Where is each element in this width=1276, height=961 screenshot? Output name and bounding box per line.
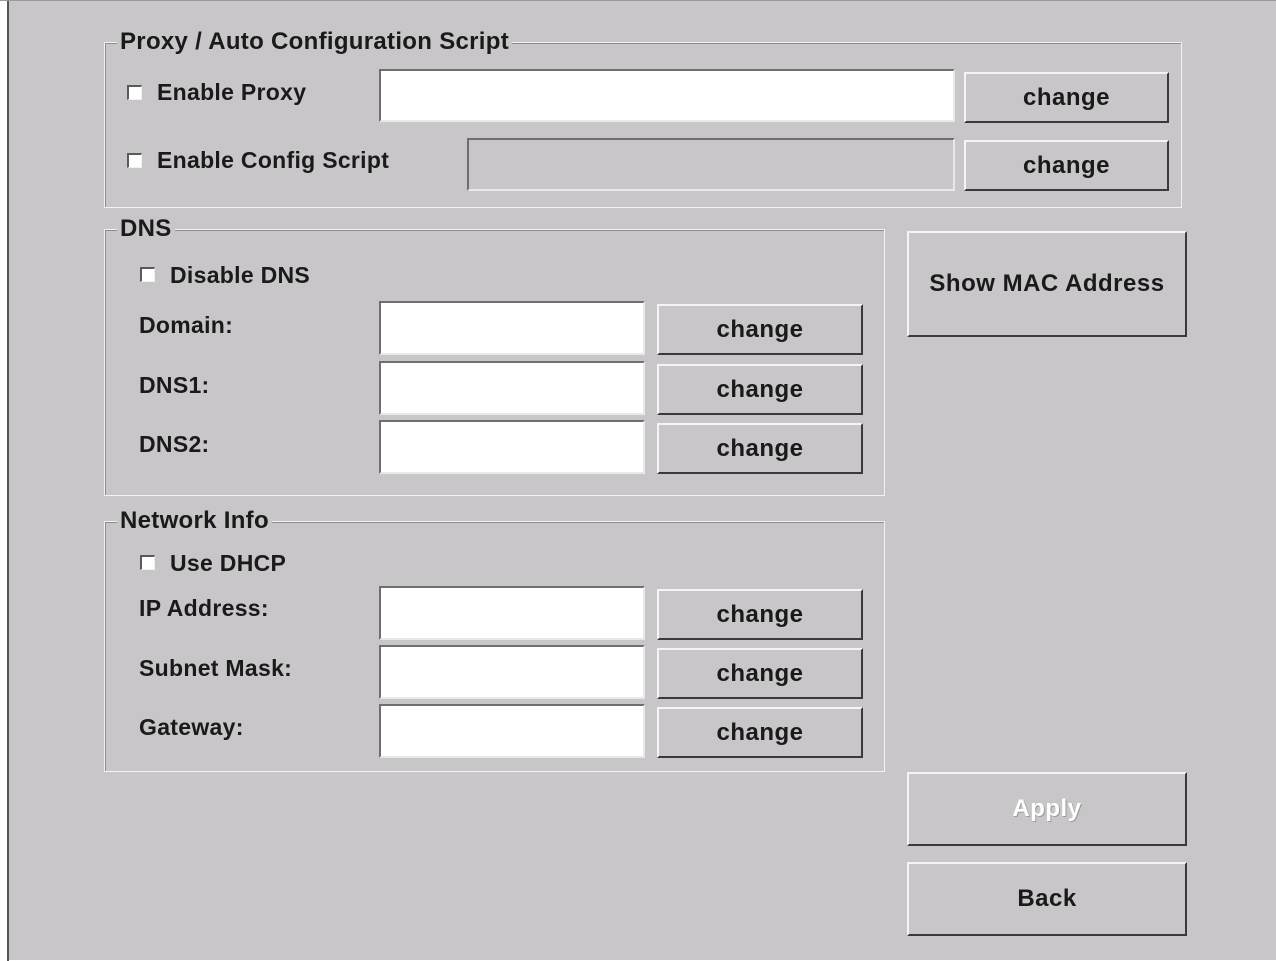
domain-change-button[interactable]: change — [657, 304, 863, 355]
gateway-label: Gateway: — [139, 714, 244, 740]
dns2-change-button[interactable]: change — [657, 423, 863, 474]
proxy-change-button[interactable]: change — [964, 72, 1169, 123]
config-script-input — [467, 138, 955, 191]
use-dhcp-checkbox[interactable] — [140, 555, 155, 570]
config-script-change-button[interactable]: change — [964, 140, 1169, 191]
window-edge — [0, 1, 9, 961]
dns2-label: DNS2: — [139, 431, 210, 457]
back-button[interactable]: Back — [907, 862, 1187, 936]
gateway-input[interactable] — [379, 704, 645, 758]
subnet-mask-label: Subnet Mask: — [139, 655, 293, 681]
ip-address-label: IP Address: — [139, 595, 269, 621]
enable-config-script-label: Enable Config Script — [157, 147, 390, 173]
dns1-label: DNS1: — [139, 372, 210, 398]
subnet-mask-input[interactable] — [379, 645, 645, 699]
ip-address-change-button[interactable]: change — [657, 589, 863, 640]
proxy-input[interactable] — [379, 69, 955, 122]
enable-config-script-checkbox[interactable] — [127, 153, 142, 168]
ip-address-input[interactable] — [379, 586, 645, 640]
domain-input[interactable] — [379, 301, 645, 355]
disable-dns-checkbox[interactable] — [140, 267, 155, 282]
enable-proxy-label: Enable Proxy — [157, 79, 307, 105]
proxy-group-legend: Proxy / Auto Configuration Script — [117, 27, 513, 57]
dns1-input[interactable] — [379, 361, 645, 415]
dns2-input[interactable] — [379, 420, 645, 474]
use-dhcp-label: Use DHCP — [170, 550, 287, 576]
disable-dns-label: Disable DNS — [170, 262, 311, 288]
subnet-mask-change-button[interactable]: change — [657, 648, 863, 699]
dns1-change-button[interactable]: change — [657, 364, 863, 415]
network-settings-screen: Proxy / Auto Configuration Script Enable… — [0, 0, 1276, 961]
show-mac-address-button[interactable]: Show MAC Address — [907, 231, 1187, 337]
network-info-group-legend: Network Info — [117, 506, 272, 536]
apply-button[interactable]: Apply — [907, 772, 1187, 846]
gateway-change-button[interactable]: change — [657, 707, 863, 758]
domain-label: Domain: — [139, 312, 234, 338]
dns-group-legend: DNS — [117, 214, 175, 244]
enable-proxy-checkbox[interactable] — [127, 85, 142, 100]
